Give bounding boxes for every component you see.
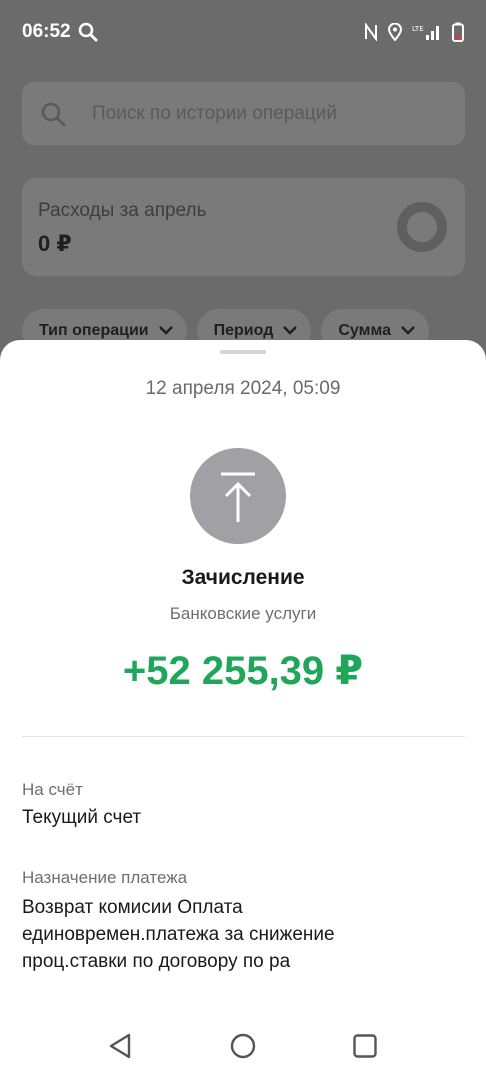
account-value: Текущий счет xyxy=(22,807,142,828)
redaction-mask xyxy=(146,810,230,830)
back-icon[interactable] xyxy=(107,1032,133,1065)
expenses-donut-chart xyxy=(397,202,447,252)
status-bar: 06:52 LTE xyxy=(0,0,486,62)
operation-title: Зачисление xyxy=(181,566,305,589)
sheet-drag-handle[interactable] xyxy=(220,350,266,354)
redaction-mask xyxy=(70,974,280,990)
purpose-label: Назначение платежа xyxy=(22,868,188,887)
arrow-up-icon xyxy=(190,448,286,544)
chevron-down-icon xyxy=(401,322,415,340)
account-label: На счёт xyxy=(22,780,83,799)
filter-label: Период xyxy=(213,322,274,339)
search-placeholder: Поиск по истории операций xyxy=(92,103,337,124)
home-icon[interactable] xyxy=(229,1032,257,1065)
lte-signal-icon: LTE xyxy=(412,23,442,46)
status-time: 06:52 xyxy=(22,21,71,42)
expenses-card[interactable]: Расходы за апрель 0 ₽ xyxy=(22,178,465,276)
filter-label: Тип операции xyxy=(39,322,149,339)
chevron-down-icon xyxy=(158,322,173,340)
chevron-down-icon xyxy=(283,322,298,340)
recents-icon[interactable] xyxy=(352,1032,378,1065)
expenses-value: 0 ₽ xyxy=(38,231,72,256)
operation-category: Банковские услуги xyxy=(169,604,317,623)
filter-label: Сумма xyxy=(338,322,391,339)
system-nav-bar xyxy=(0,1010,486,1080)
operation-amount: +52 255,39 ₽ xyxy=(122,649,364,693)
battery-low-icon xyxy=(452,22,464,47)
history-search-input[interactable]: Поиск по истории операций xyxy=(22,82,465,145)
operation-details-sheet: 12 апреля 2024, 05:09 Зачисление Банковс… xyxy=(0,340,486,1080)
search-icon xyxy=(40,101,66,132)
nfc-icon xyxy=(364,21,378,46)
operation-date: 12 апреля 2024, 05:09 xyxy=(145,378,341,399)
expenses-label: Расходы за апрель xyxy=(38,200,207,221)
search-icon xyxy=(78,22,98,47)
divider xyxy=(22,736,465,737)
svg-text:LTE: LTE xyxy=(412,25,424,33)
location-icon xyxy=(387,22,403,46)
